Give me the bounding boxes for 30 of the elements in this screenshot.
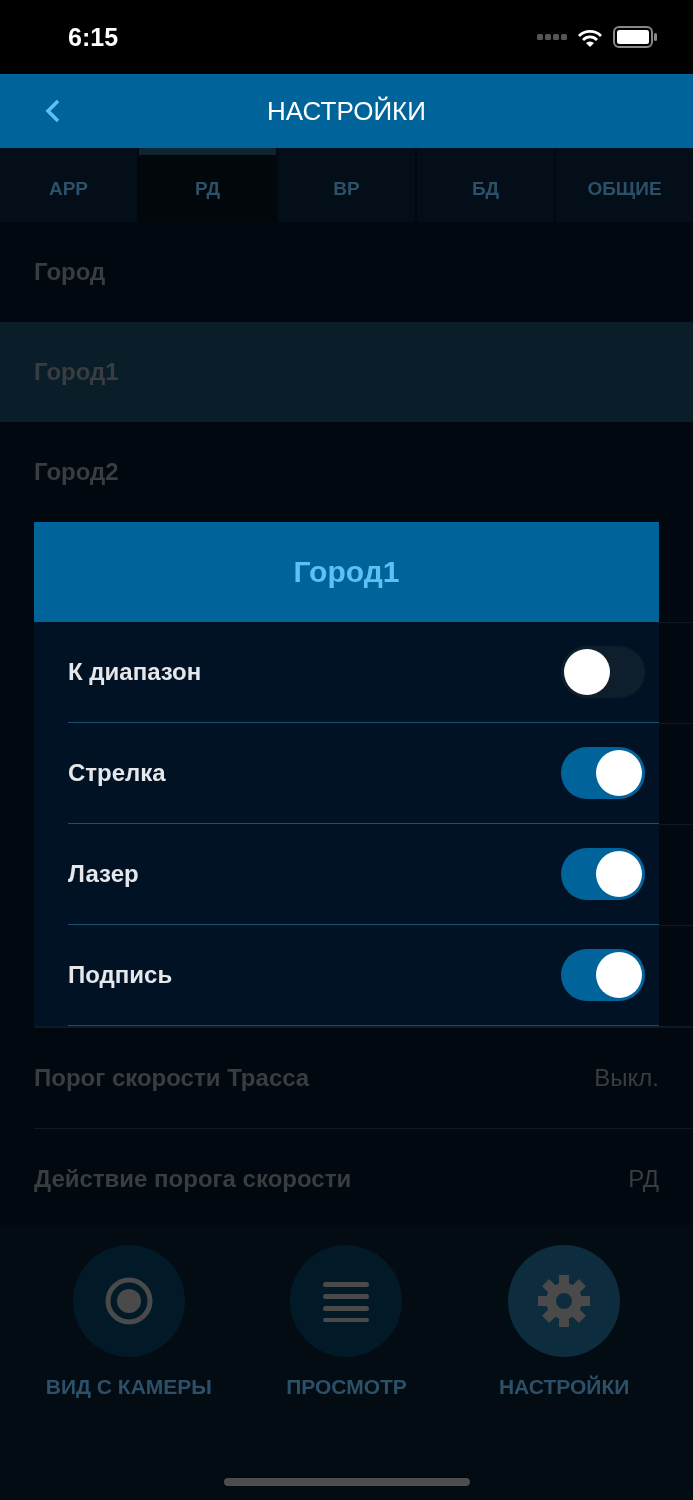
battery-icon [613,26,657,48]
tab[interactable]: APP [0,148,137,222]
setting-label: Действие порога скорости [34,1165,352,1193]
screen-title: НАСТРОЙКИ [267,95,426,127]
option-label: Подпись [68,961,173,989]
option-label: Лазер [68,860,139,888]
dialog-title: Город1 [34,522,659,622]
tab[interactable]: ВР [278,148,415,222]
toggle-switch[interactable] [561,646,645,698]
tab[interactable]: БД [417,148,554,222]
tab[interactable]: ОБЩИЕ [556,148,693,222]
toggle-switch[interactable] [561,949,645,1001]
signal-icon [537,34,567,40]
wifi-icon [577,27,603,47]
option-label: К диапазон [68,658,202,686]
setting-value: РД [628,1165,659,1193]
status-time: 6:15 [68,22,119,52]
nav-label: ПРОСМОТР [286,1375,407,1399]
nav-item[interactable]: НАСТРОЙКИ [464,1245,665,1500]
toggle-switch[interactable] [561,747,645,799]
setting-label: Порог скорости Трасса [34,1064,310,1092]
toggle-switch[interactable] [561,848,645,900]
settings-icon [538,1275,591,1327]
record-icon [103,1276,154,1326]
option-label: Стрелка [68,759,166,787]
menu-icon [323,1280,370,1322]
setting-value: Выкл. [594,1064,659,1092]
nav-label: НАСТРОЙКИ [498,1375,630,1399]
nav-item[interactable]: ВИД С КАМЕРЫ [28,1245,229,1500]
nav-label: ВИД С КАМЕРЫ [45,1375,212,1399]
